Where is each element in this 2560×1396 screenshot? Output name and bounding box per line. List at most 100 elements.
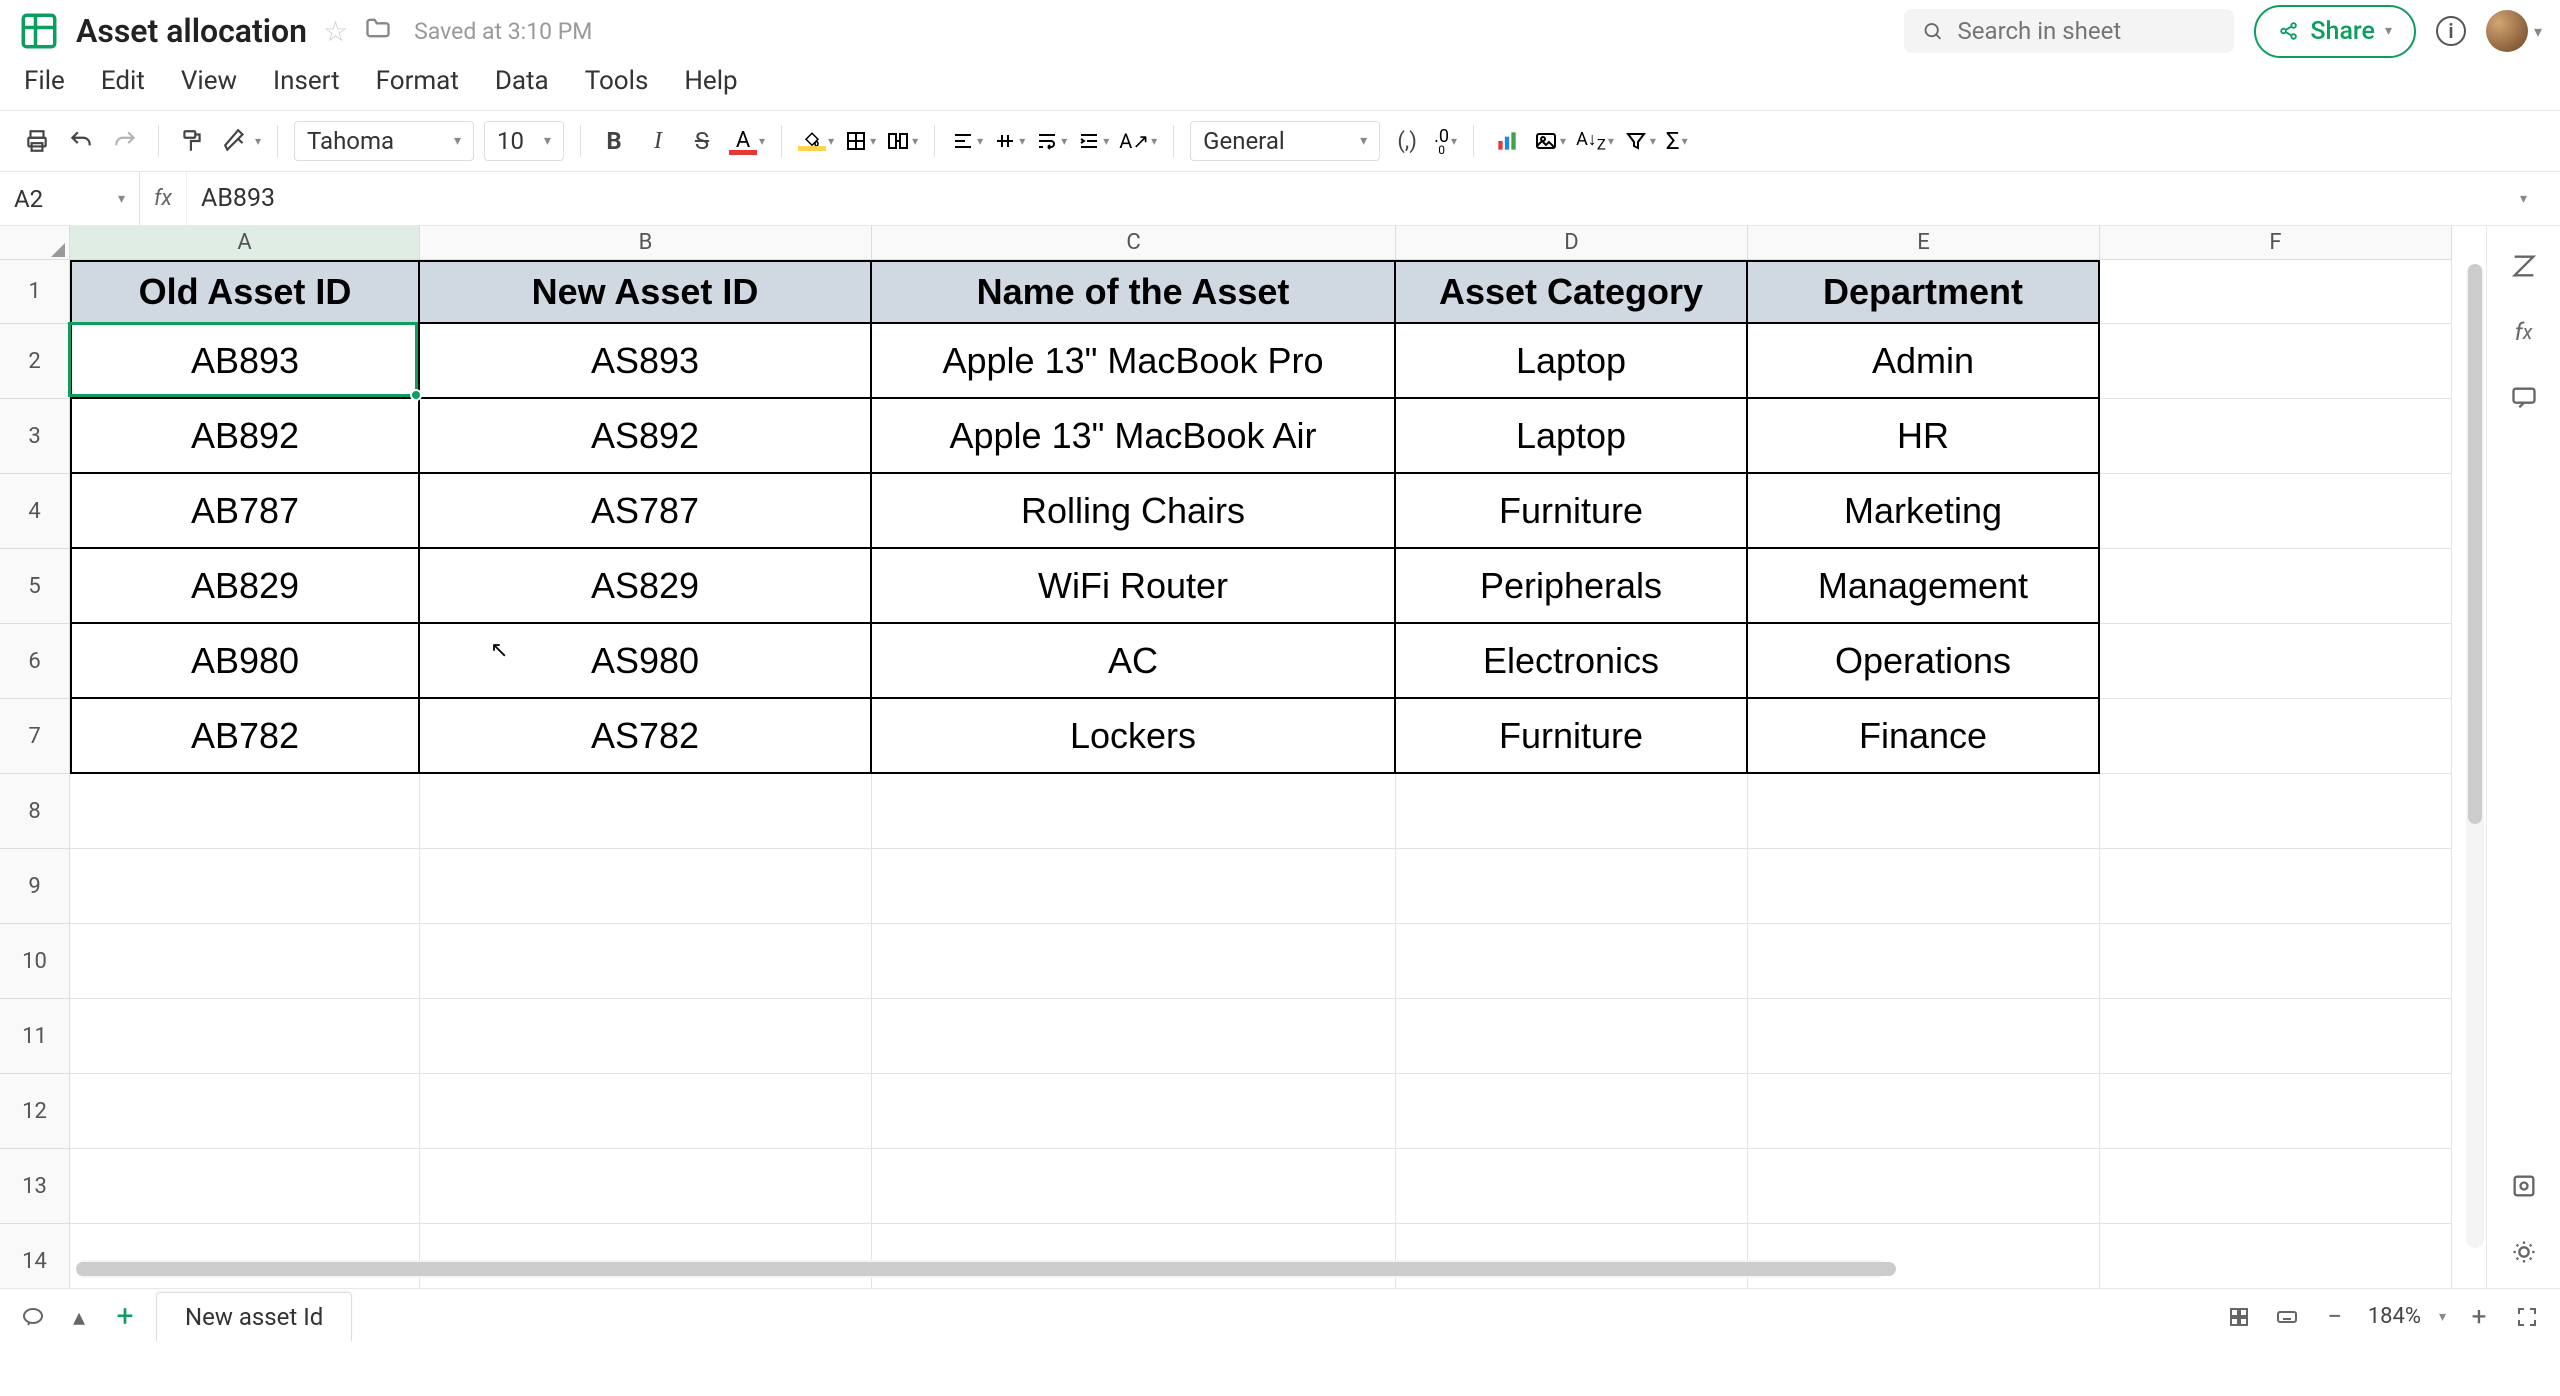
cell[interactable]: AS829 bbox=[420, 549, 872, 624]
row-header[interactable]: 12 bbox=[0, 1074, 70, 1149]
redo-icon[interactable] bbox=[108, 124, 142, 158]
cell[interactable]: AB893 bbox=[70, 324, 420, 399]
merge-cells-button[interactable]: ▾ bbox=[886, 129, 918, 153]
cell[interactable]: New Asset ID bbox=[420, 260, 872, 324]
cell[interactable] bbox=[872, 924, 1396, 999]
sheet-tab[interactable]: New asset Id bbox=[156, 1292, 352, 1341]
cell[interactable] bbox=[872, 849, 1396, 924]
cell[interactable] bbox=[70, 999, 420, 1074]
comma-separator-button[interactable]: (,) bbox=[1390, 124, 1424, 158]
insert-image-button[interactable]: ▾ bbox=[1534, 129, 1566, 153]
sheets-menu-icon[interactable]: ▴ bbox=[64, 1302, 94, 1332]
cell[interactable] bbox=[70, 1149, 420, 1224]
cell[interactable] bbox=[420, 774, 872, 849]
menu-help[interactable]: Help bbox=[684, 66, 737, 96]
cell[interactable]: AB782 bbox=[70, 699, 420, 774]
cell[interactable] bbox=[1396, 849, 1748, 924]
cell[interactable] bbox=[1748, 924, 2100, 999]
autosum-button[interactable]: Σ▾ bbox=[1666, 127, 1688, 155]
sort-button[interactable]: A↓Z▾ bbox=[1576, 129, 1614, 154]
vertical-scrollbar[interactable] bbox=[2466, 264, 2484, 1248]
cell[interactable] bbox=[1396, 999, 1748, 1074]
h-align-button[interactable]: ▾ bbox=[951, 129, 983, 153]
cell[interactable] bbox=[2100, 849, 2452, 924]
cell[interactable] bbox=[2100, 774, 2452, 849]
cell[interactable] bbox=[1748, 1224, 2100, 1288]
column-header[interactable]: C bbox=[872, 226, 1396, 260]
menu-file[interactable]: File bbox=[24, 66, 65, 96]
brightness-icon[interactable] bbox=[2508, 1236, 2540, 1268]
cell[interactable]: Furniture bbox=[1396, 474, 1748, 549]
grid-view-icon[interactable] bbox=[2224, 1302, 2254, 1332]
cell[interactable]: Laptop bbox=[1396, 399, 1748, 474]
cell[interactable]: Admin bbox=[1748, 324, 2100, 399]
cell[interactable]: Department bbox=[1748, 260, 2100, 324]
text-rotation-button[interactable]: A↗▾ bbox=[1119, 129, 1157, 153]
cell[interactable] bbox=[2100, 399, 2452, 474]
cell-reference-box[interactable]: A2 ▾ bbox=[0, 172, 140, 225]
filter-button[interactable]: ▾ bbox=[1624, 129, 1656, 153]
fill-color-button[interactable]: ▾ bbox=[798, 131, 834, 151]
cell[interactable]: Name of the Asset bbox=[872, 260, 1396, 324]
cell[interactable]: WiFi Router bbox=[872, 549, 1396, 624]
cell[interactable] bbox=[70, 774, 420, 849]
cell[interactable] bbox=[420, 849, 872, 924]
chat-icon[interactable] bbox=[18, 1302, 48, 1332]
row-header[interactable]: 14 bbox=[0, 1224, 70, 1288]
select-all-corner[interactable] bbox=[0, 226, 70, 260]
undo-icon[interactable] bbox=[64, 124, 98, 158]
cell[interactable] bbox=[2100, 624, 2452, 699]
cell[interactable] bbox=[70, 924, 420, 999]
cell[interactable] bbox=[1748, 999, 2100, 1074]
cell[interactable]: Management bbox=[1748, 549, 2100, 624]
cell[interactable] bbox=[420, 924, 872, 999]
fx-panel-icon[interactable]: fx bbox=[2508, 316, 2540, 348]
scrollbar-thumb[interactable] bbox=[76, 1262, 1896, 1276]
row-header[interactable]: 8 bbox=[0, 774, 70, 849]
row-header[interactable]: 6 bbox=[0, 624, 70, 699]
cell[interactable] bbox=[420, 1224, 872, 1288]
settings-panel-icon[interactable] bbox=[2508, 1170, 2540, 1202]
row-header[interactable]: 10 bbox=[0, 924, 70, 999]
cell[interactable]: AB892 bbox=[70, 399, 420, 474]
zia-icon[interactable] bbox=[2508, 250, 2540, 282]
cell[interactable] bbox=[1748, 774, 2100, 849]
number-format-select[interactable]: General▾ bbox=[1190, 121, 1380, 161]
cell[interactable]: AS782 bbox=[420, 699, 872, 774]
column-header[interactable]: F bbox=[2100, 226, 2452, 260]
cell[interactable] bbox=[420, 1149, 872, 1224]
scrollbar-thumb[interactable] bbox=[2468, 264, 2482, 824]
keyboard-icon[interactable] bbox=[2272, 1302, 2302, 1332]
column-header[interactable]: A bbox=[70, 226, 420, 260]
row-header[interactable]: 11 bbox=[0, 999, 70, 1074]
menu-insert[interactable]: Insert bbox=[273, 66, 340, 96]
cell[interactable] bbox=[2100, 999, 2452, 1074]
menu-tools[interactable]: Tools bbox=[585, 66, 649, 96]
cell[interactable] bbox=[1396, 1149, 1748, 1224]
formula-expand-icon[interactable]: ▾ bbox=[2520, 191, 2560, 207]
v-align-button[interactable]: ▾ bbox=[993, 129, 1025, 153]
folder-icon[interactable] bbox=[364, 14, 392, 48]
info-icon[interactable]: i bbox=[2436, 16, 2466, 46]
wrap-text-button[interactable]: ▾ bbox=[1035, 129, 1067, 153]
zoom-value[interactable]: 184% bbox=[2368, 1304, 2421, 1329]
cell[interactable] bbox=[2100, 1149, 2452, 1224]
cell[interactable] bbox=[1396, 774, 1748, 849]
decimal-button[interactable]: .00 ▾ bbox=[1434, 126, 1457, 157]
search-input[interactable] bbox=[1958, 17, 2217, 45]
row-header[interactable]: 13 bbox=[0, 1149, 70, 1224]
cell[interactable]: AS787 bbox=[420, 474, 872, 549]
row-header[interactable]: 1 bbox=[0, 260, 70, 324]
add-sheet-icon[interactable]: + bbox=[110, 1302, 140, 1332]
cell[interactable] bbox=[2100, 474, 2452, 549]
row-header[interactable]: 4 bbox=[0, 474, 70, 549]
text-color-button[interactable]: A ▾ bbox=[729, 128, 765, 155]
fullscreen-icon[interactable] bbox=[2512, 1302, 2542, 1332]
cell[interactable] bbox=[2100, 1224, 2452, 1288]
cell[interactable] bbox=[420, 999, 872, 1074]
horizontal-scrollbar[interactable] bbox=[76, 1260, 1886, 1278]
strikethrough-button[interactable]: S bbox=[685, 124, 719, 158]
indent-button[interactable]: ▾ bbox=[1077, 129, 1109, 153]
cell[interactable] bbox=[1748, 849, 2100, 924]
column-header[interactable]: D bbox=[1396, 226, 1748, 260]
